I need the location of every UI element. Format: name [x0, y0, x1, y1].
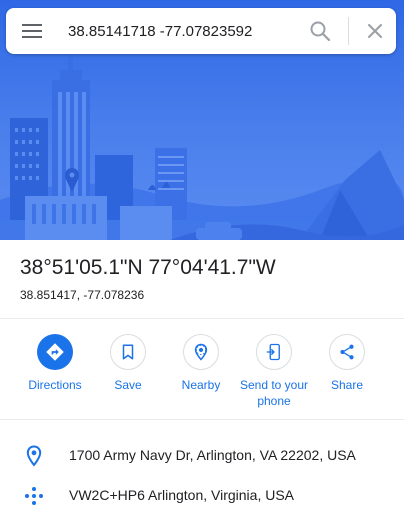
place-title: 38°51'05.1"N 77°04'41.7"W	[20, 256, 276, 279]
send-to-phone-icon	[256, 334, 292, 370]
section-divider	[0, 318, 404, 319]
search-icon[interactable]	[308, 19, 332, 43]
menu-icon[interactable]	[20, 21, 44, 41]
directions-icon	[37, 334, 73, 370]
plus-code-icon	[25, 487, 43, 505]
place-decimal-coordinates: 38.851417, -77.078236	[20, 288, 145, 302]
action-buttons: Directions Save Nearby Send to your phon…	[0, 334, 404, 414]
share-button[interactable]: Share	[304, 334, 390, 393]
nearby-icon	[183, 334, 219, 370]
plus-code-row[interactable]: VW2C+HP6 Arlington, Virginia, USA	[0, 481, 404, 511]
bookmark-icon	[110, 334, 146, 370]
address-row[interactable]: 1700 Army Navy Dr, Arlington, VA 22202, …	[0, 441, 404, 471]
search-bar	[6, 8, 396, 54]
search-bar-divider	[348, 17, 349, 45]
search-input[interactable]	[68, 20, 288, 42]
close-icon[interactable]	[363, 19, 387, 43]
share-label: Share	[330, 378, 364, 392]
plus-code-text: VW2C+HP6 Arlington, Virginia, USA	[69, 487, 295, 503]
location-pin-icon	[26, 445, 42, 467]
share-icon	[329, 334, 365, 370]
section-divider	[0, 419, 404, 420]
address-text: 1700 Army Navy Dr, Arlington, VA 22202, …	[69, 447, 356, 463]
